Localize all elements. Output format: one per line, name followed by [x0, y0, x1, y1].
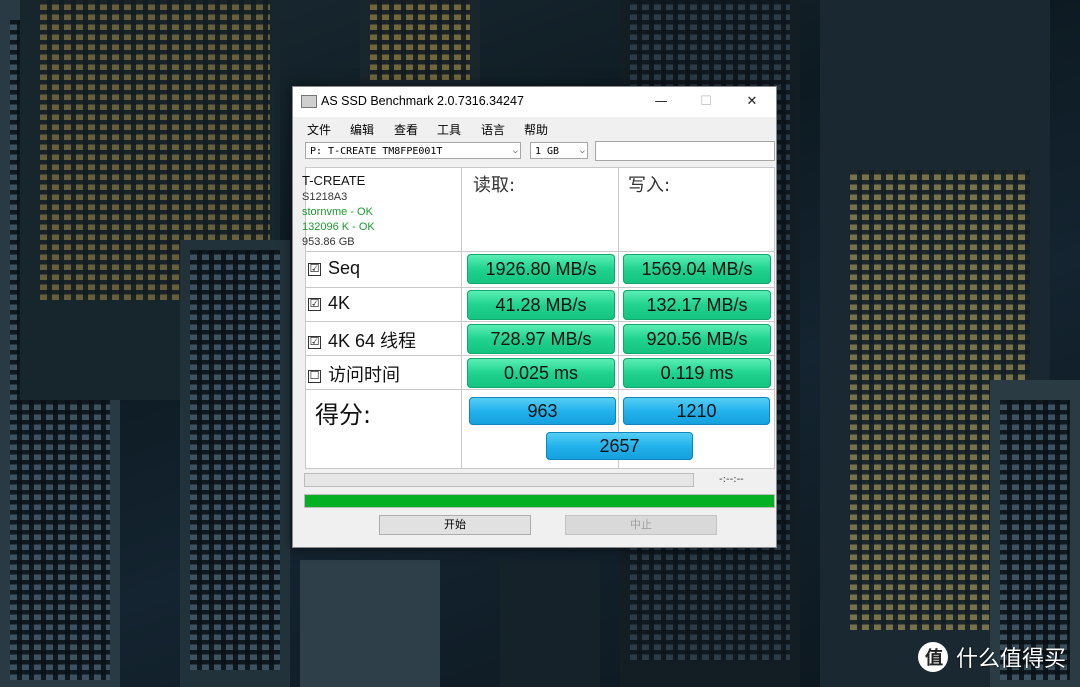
- 4k64-read-value: 728.97 MB/s: [467, 324, 615, 354]
- checkbox[interactable]: ☑: [308, 336, 321, 349]
- drive-firmware: S1218A3: [302, 191, 348, 203]
- menu-edit[interactable]: 编辑: [350, 121, 374, 138]
- checkbox[interactable]: ☑: [308, 263, 321, 276]
- drive-model: T-CREATE: [302, 173, 366, 188]
- divider: [461, 167, 462, 469]
- score-label: 得分:: [315, 401, 372, 429]
- row-label: 4K 64 线程: [328, 331, 417, 351]
- total-score: 2657: [546, 432, 693, 460]
- access-read-value: 0.025 ms: [467, 358, 615, 388]
- write-header: 写入:: [628, 175, 671, 196]
- alignment-status: 132096 K - OK: [302, 221, 375, 233]
- disk-icon: [301, 95, 317, 108]
- start-button[interactable]: 开始: [379, 515, 531, 535]
- divider: [305, 251, 775, 252]
- row-label: 访问时间: [328, 365, 400, 385]
- menu-tools[interactable]: 工具: [437, 121, 461, 138]
- test-size-value: 1 GB: [535, 146, 560, 157]
- seq-read-value: 1926.80 MB/s: [467, 254, 615, 284]
- access-write-value: 0.119 ms: [623, 358, 771, 388]
- test-row-seq[interactable]: ☑ Seq: [308, 258, 360, 279]
- test-progress-bar: [304, 473, 694, 487]
- text-input[interactable]: [595, 141, 775, 161]
- divider: [305, 389, 775, 390]
- stop-button[interactable]: 中止: [565, 515, 717, 535]
- write-score: 1210: [623, 397, 770, 425]
- menu-bar: 文件 编辑 查看 工具 语言 帮助: [293, 118, 776, 138]
- test-row-access-time[interactable]: ☐ 访问时间: [308, 361, 400, 387]
- divider: [305, 355, 775, 356]
- read-score: 963: [469, 397, 616, 425]
- menu-view[interactable]: 查看: [394, 121, 418, 138]
- seq-write-value: 1569.04 MB/s: [623, 254, 771, 284]
- watermark: 值 什么值得买: [917, 641, 1066, 673]
- menu-help[interactable]: 帮助: [524, 121, 548, 138]
- row-label: 4K: [328, 293, 351, 313]
- test-size-select[interactable]: 1 GB ⌵: [530, 142, 588, 159]
- test-row-4k[interactable]: ☑ 4K: [308, 293, 350, 314]
- minimize-button[interactable]: —: [651, 93, 671, 111]
- driver-status: stornvme - OK: [302, 206, 373, 218]
- 4k-read-value: 41.28 MB/s: [467, 290, 615, 320]
- 4k64-write-value: 920.56 MB/s: [623, 324, 771, 354]
- total-progress-bar: [304, 494, 775, 508]
- title-bar[interactable]: AS SSD Benchmark 2.0.7316.34247 — ☐ ✕: [293, 87, 776, 117]
- read-header: 读取:: [473, 175, 516, 196]
- app-window: AS SSD Benchmark 2.0.7316.34247 — ☐ ✕ 文件…: [292, 86, 777, 548]
- watermark-text: 什么值得买: [955, 647, 1066, 672]
- chevron-down-icon: ⌵: [579, 146, 585, 156]
- progress-fill: [305, 495, 774, 507]
- divider: [618, 167, 619, 469]
- row-label: Seq: [328, 258, 361, 278]
- menu-file[interactable]: 文件: [307, 121, 331, 138]
- logo-icon: 值: [917, 642, 948, 672]
- menu-language[interactable]: 语言: [481, 121, 505, 138]
- chevron-down-icon: ⌵: [512, 146, 518, 156]
- test-row-4k64[interactable]: ☑ 4K 64 线程: [308, 327, 416, 353]
- 4k-write-value: 132.17 MB/s: [623, 290, 771, 320]
- drive-select[interactable]: P: T-CREATE TM8FPE001T ⌵: [305, 142, 521, 159]
- drive-capacity: 953.86 GB: [302, 236, 355, 248]
- drive-select-value: P: T-CREATE TM8FPE001T: [310, 146, 443, 157]
- divider: [305, 287, 775, 288]
- close-button[interactable]: ✕: [742, 93, 762, 111]
- divider: [305, 321, 775, 322]
- elapsed-time: -:--:--: [719, 474, 744, 485]
- window-title: AS SSD Benchmark 2.0.7316.34247: [321, 94, 524, 108]
- checkbox[interactable]: ☑: [308, 298, 321, 311]
- maximize-button[interactable]: ☐: [696, 93, 716, 111]
- checkbox[interactable]: ☐: [308, 370, 321, 383]
